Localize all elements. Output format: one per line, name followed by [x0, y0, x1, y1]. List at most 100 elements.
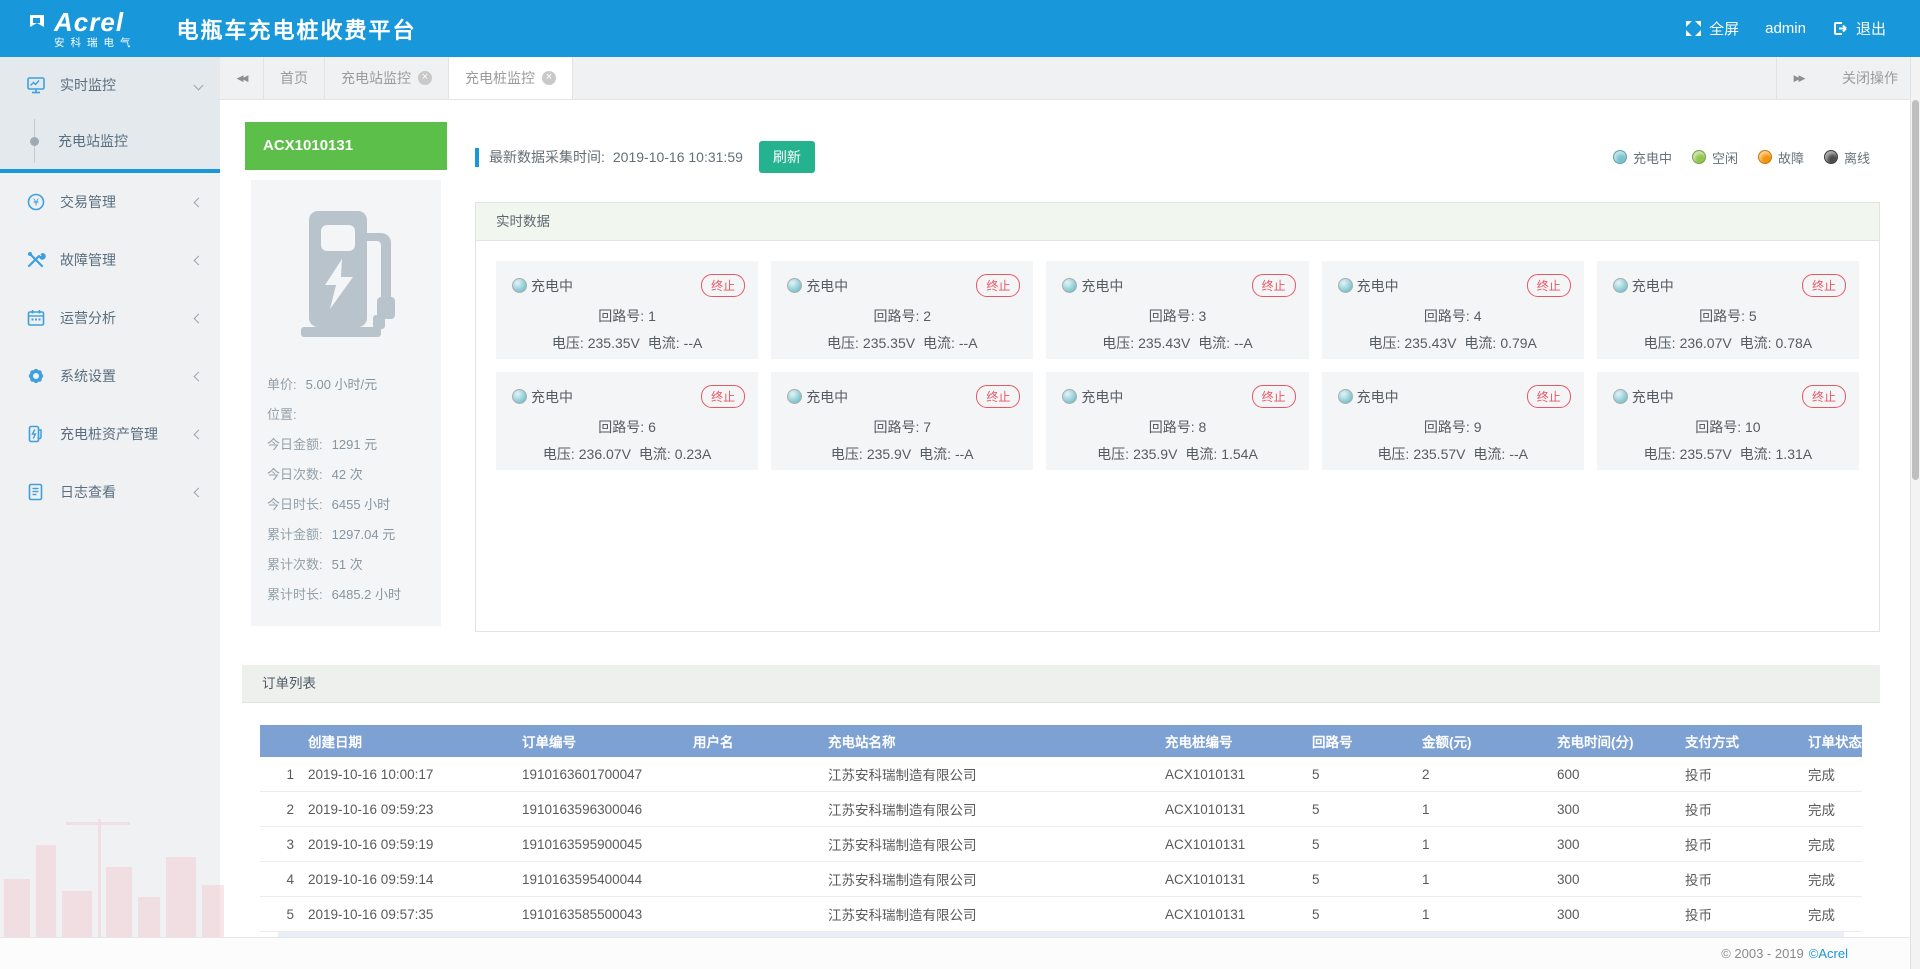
double-left-arrow-icon: ◀◀	[237, 73, 247, 84]
tab-bar: ◀◀ 首页 充电站监控 充电桩监控 ▶▶ 关闭操作	[220, 57, 1920, 100]
current-value: --A	[959, 335, 978, 351]
circuit-number-line: 回路号: 8	[1046, 417, 1308, 437]
circuit-measurements: 电压:235.9V 电流:1.54A	[1046, 444, 1308, 464]
stat-location: 位置:	[267, 398, 425, 428]
tab-station-monitor[interactable]: 充电站监控	[325, 57, 449, 99]
chevron-left-icon	[194, 255, 204, 265]
stop-button[interactable]: 终止	[976, 274, 1020, 297]
device-id-header: ACX1010131	[245, 122, 447, 170]
circuit-number: 9	[1474, 419, 1482, 435]
circuit-number: 2	[923, 308, 931, 324]
sidebar-item-transactions[interactable]: ¥ 交易管理	[0, 173, 220, 231]
stop-button[interactable]: 终止	[1802, 274, 1846, 297]
stat-total-count: 累计次数:51 次	[267, 548, 425, 578]
orders-section: 订单列表 创建日期 订单编号 用户名 充电站名称 充电桩编号 回路号 金额(元)…	[242, 665, 1880, 937]
circuit-number-line: 回路号: 6	[496, 417, 758, 437]
vertical-scrollbar[interactable]	[1910, 57, 1920, 969]
charging-status-icon	[1062, 278, 1077, 293]
sidebar-item-logs[interactable]: 日志查看	[0, 463, 220, 521]
table-row[interactable]: 2 2019-10-16 09:59:23 1910163596300046 江…	[260, 792, 1862, 827]
circuit-cards-grid: 充电中 终止 回路号: 1 电压:235.35V 电流:--A 充电中 终止 回…	[476, 241, 1879, 490]
yen-circle-icon: ¥	[26, 192, 46, 212]
sidebar-item-settings[interactable]: 系统设置	[0, 347, 220, 405]
stop-button[interactable]: 终止	[701, 385, 745, 408]
sidebar-item-pile-assets[interactable]: 充电桩资产管理	[0, 405, 220, 463]
cell-amount: 2	[1418, 767, 1553, 782]
circuit-status: 充电中	[1081, 276, 1123, 296]
cell-charge-minutes: 600	[1553, 767, 1681, 782]
table-row[interactable]: 3 2019-10-16 09:59:19 1910163595900045 江…	[260, 827, 1862, 862]
tab-home[interactable]: 首页	[264, 57, 325, 99]
realtime-section-title: 实时数据	[476, 203, 1879, 241]
cell-station-name: 江苏安科瑞制造有限公司	[824, 764, 1161, 784]
cell-station-name: 江苏安科瑞制造有限公司	[824, 869, 1161, 889]
stop-button[interactable]: 终止	[1527, 385, 1571, 408]
fullscreen-button[interactable]: 全屏	[1677, 18, 1747, 39]
stop-button[interactable]: 终止	[1252, 385, 1296, 408]
cell-station-name: 江苏安科瑞制造有限公司	[824, 834, 1161, 854]
circuit-number: 3	[1198, 308, 1206, 324]
footer-brand-link[interactable]: ©Acrel	[1809, 946, 1848, 961]
sidebar-item-analytics[interactable]: 运营分析	[0, 289, 220, 347]
current-value: --A	[1509, 446, 1528, 462]
orders-section-title: 订单列表	[242, 665, 1880, 703]
circuit-status: 充电中	[1357, 276, 1399, 296]
stat-total-amount: 累计金额:1297.04 元	[267, 518, 425, 548]
col-station-name: 充电站名称	[824, 731, 1161, 751]
legend-fault: 故障	[1758, 148, 1804, 167]
circuit-card: 充电中 终止 回路号: 8 电压:235.9V 电流:1.54A	[1046, 372, 1308, 470]
close-tab-icon[interactable]	[418, 71, 432, 85]
sidebar-item-station-monitor[interactable]: 充电站监控	[0, 113, 220, 169]
sidebar-item-realtime-monitor[interactable]: 实时监控	[0, 57, 220, 113]
circuit-number-line: 回路号: 1	[496, 306, 758, 326]
refresh-button[interactable]: 刷新	[759, 141, 815, 173]
close-operations-menu[interactable]: 关闭操作	[1820, 57, 1920, 99]
table-row[interactable]: 5 2019-10-16 09:57:35 1910163585500043 江…	[260, 897, 1862, 932]
tab-label: 首页	[280, 68, 308, 88]
offline-status-icon	[1824, 150, 1838, 164]
scrollbar-thumb[interactable]	[1912, 100, 1919, 480]
tabs-scroll-left-button[interactable]: ◀◀	[220, 57, 264, 99]
stat-today-amount: 今日金额:1291 元	[267, 428, 425, 458]
circuit-number-line: 回路号: 10	[1597, 417, 1859, 437]
col-circuit-no: 回路号	[1308, 731, 1418, 751]
user-menu[interactable]: admin	[1757, 20, 1814, 37]
circuit-status: 充电中	[1081, 387, 1123, 407]
table-row[interactable]: 1 2019-10-16 10:00:17 1910163601700047 江…	[260, 757, 1862, 792]
stop-button[interactable]: 终止	[701, 274, 745, 297]
charging-status-icon	[512, 389, 527, 404]
stop-button[interactable]: 终止	[976, 385, 1020, 408]
collect-info-row: 最新数据采集时间:2019-10-16 10:31:59 刷新 充电中 空闲 故…	[475, 140, 1870, 174]
chevron-down-icon	[194, 80, 204, 90]
circuit-card: 充电中 终止 回路号: 9 电压:235.57V 电流:--A	[1322, 372, 1584, 470]
idle-status-icon	[1692, 150, 1706, 164]
circuit-measurements: 电压:235.57V 电流:1.31A	[1597, 444, 1859, 464]
stop-button[interactable]: 终止	[1802, 385, 1846, 408]
cell-order-status: 完成	[1804, 799, 1862, 819]
cell-pay-method: 投币	[1681, 764, 1804, 784]
logout-button[interactable]: 退出	[1824, 18, 1894, 39]
sidebar-item-faults[interactable]: 故障管理	[0, 231, 220, 289]
current-value: 0.78A	[1776, 335, 1813, 351]
stop-button[interactable]: 终止	[1252, 274, 1296, 297]
tabs-scroll-right-button[interactable]: ▶▶	[1776, 57, 1820, 99]
copyright-text: © 2003 - 2019	[1721, 946, 1804, 961]
circuit-number: 7	[923, 419, 931, 435]
charging-status-icon	[1338, 389, 1353, 404]
current-value: 0.23A	[675, 446, 712, 462]
charging-status-icon	[787, 389, 802, 404]
sidebar-item-label: 系统设置	[60, 366, 116, 386]
cell-order-status: 完成	[1804, 904, 1862, 924]
main-content: ACX1010131	[220, 100, 1910, 937]
sidebar-item-label: 故障管理	[60, 250, 116, 270]
cell-pile-no: ACX1010131	[1161, 767, 1308, 782]
tab-pile-monitor[interactable]: 充电桩监控	[449, 57, 573, 99]
cell-pile-no: ACX1010131	[1161, 872, 1308, 887]
close-tab-icon[interactable]	[542, 71, 556, 85]
circuit-status: 充电中	[531, 387, 573, 407]
stop-button[interactable]: 终止	[1527, 274, 1571, 297]
cell-station-name: 江苏安科瑞制造有限公司	[824, 799, 1161, 819]
circuit-number: 4	[1474, 308, 1482, 324]
chevron-left-icon	[194, 371, 204, 381]
table-row[interactable]: 4 2019-10-16 09:59:14 1910163595400044 江…	[260, 862, 1862, 897]
